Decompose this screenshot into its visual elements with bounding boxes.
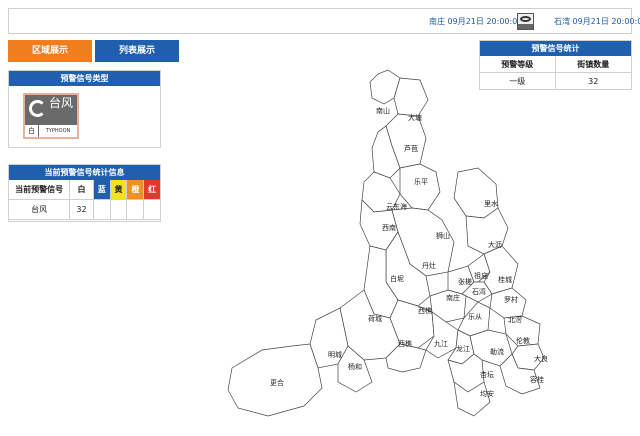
district-label: 杨和 [348,362,362,371]
orange-count [127,200,145,220]
col-count: 街镇数量 [555,56,631,73]
yellow-count [110,200,128,220]
blue-count [93,200,111,220]
current-stats-panel: 当前预警信号统计信息 当前预警信号 白 蓝 黄 橙 红 台风 32 [8,164,161,222]
typhoon-word: TYPHOON [39,125,77,137]
white-count: 32 [70,200,94,220]
district-label: 白坭 [390,274,404,283]
count-value: 32 [555,73,631,90]
district-label: 乐平 [414,177,428,186]
district-label: 祖庙 [474,271,488,280]
district-label: 西南 [382,223,396,232]
signal-type-panel: 预警信号类型 台风 白 TYPHOON [8,70,161,148]
district-label: 丹灶 [422,261,436,270]
typhoon-label: 台风 [49,96,74,110]
col-orange: 橙 [127,180,145,200]
district-label: 更合 [270,378,284,387]
district-label: 容桂 [530,375,544,384]
district-map[interactable]: 南山大塘芦苞乐平云东海西南狮山里水大沥丹灶白坭 张槎祖庙 桂城石湾南庄 罗村西樵乐从北… [222,68,554,432]
station-info-shiwan: 石湾 09月21日 20:00:00 [554,17,640,26]
district-label: 大塘 [408,113,422,122]
col-yellow: 黄 [110,180,128,200]
stats-header-row: 当前预警信号 白 蓝 黄 橙 红 [9,180,160,200]
district-label: 龙江 [456,344,470,353]
district-label: 南山 [376,106,390,115]
district-label: 罗村 [504,295,518,304]
list-view-button[interactable]: 列表展示 [95,40,179,62]
col-signal: 当前预警信号 [9,180,71,200]
district-label: 云东海 [386,202,407,211]
level-white-label: 白 [25,125,38,137]
panel-title: 预警信号类型 [9,71,160,86]
typhoon-icon[interactable]: 台风 白 TYPHOON [23,93,79,139]
panel-title: 预警信号统计 [480,41,631,56]
swirl-icon [29,100,46,117]
district-label: 狮山 [436,231,450,240]
col-blue: 蓝 [93,180,111,200]
district-label: 伦教 [516,336,530,345]
district-label: 西樵 [418,306,432,315]
district-label: 张槎 [458,277,472,286]
district-label: 九江 [434,339,448,348]
area-view-button[interactable]: 区域展示 [8,40,92,62]
red-count [144,200,160,220]
district-label: 南庄 [446,293,460,302]
district-label: 勒流 [490,347,504,356]
typhoon-signal-mini-icon [517,13,534,30]
district-label: 乐从 [468,312,482,321]
district-label: 北滘 [508,315,522,324]
district-label: 杏坛 [480,370,494,379]
signal-name: 台风 [9,200,71,220]
station-info-nanzhuang: 南庄 09月21日 20:00:00 [429,17,523,26]
top-info-bar: 南庄 09月21日 20:00:00 石湾 09月21日 20:00:00 [8,8,640,34]
district-label: 桂城 [498,275,512,284]
col-white: 白 [70,180,94,200]
district-label: 石湾 [472,287,486,296]
district-label: 芦苞 [404,144,418,153]
district-label: 里水 [484,199,498,208]
panel-title: 当前预警信号统计信息 [9,165,160,180]
district-label: 荷城 [368,314,382,323]
district-label: 均安 [480,389,494,398]
col-red: 红 [144,180,160,200]
district-label: 大沥 [488,240,502,249]
table-row[interactable]: 台风 32 [9,200,160,220]
district-label: 西樵 [398,339,412,348]
district-label: 明城 [328,351,342,359]
district-label: 大良 [534,354,548,363]
